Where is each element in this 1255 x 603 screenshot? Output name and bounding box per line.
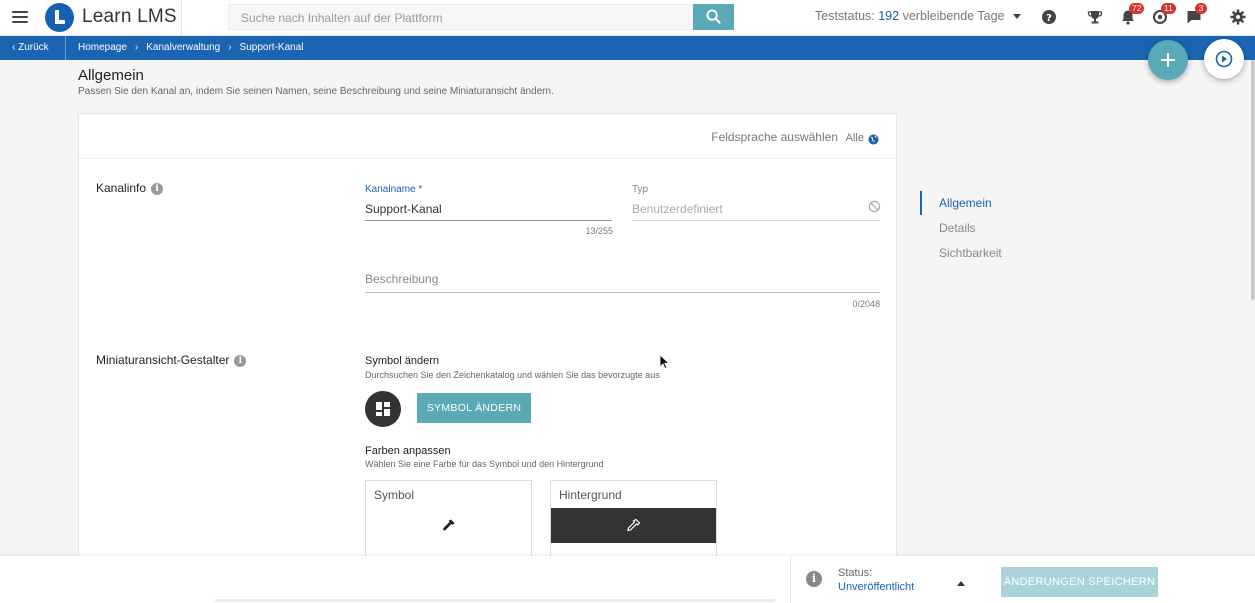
logo-icon[interactable] bbox=[45, 3, 74, 32]
save-changes-button[interactable]: ÄNDERUNGEN SPEICHERN bbox=[1001, 567, 1158, 597]
trophy-icon[interactable] bbox=[1086, 8, 1106, 28]
language-selector[interactable]: Alle bbox=[846, 132, 864, 144]
bottom-action-bar: i Status: Unveröffentlicht ÄNDERUNGEN SP… bbox=[0, 556, 1255, 603]
change-symbol-button[interactable]: SYMBOL ÄNDERN bbox=[417, 393, 531, 423]
info-icon[interactable]: i bbox=[151, 182, 164, 195]
gear-icon[interactable] bbox=[1229, 8, 1249, 28]
dashboard-icon bbox=[376, 402, 390, 416]
chevron-down-icon bbox=[1013, 14, 1021, 20]
section-nav-indicator bbox=[920, 191, 922, 215]
divider bbox=[65, 36, 66, 60]
info-icon[interactable]: i bbox=[234, 354, 247, 367]
kanalinfo-title: Kanalinfo bbox=[96, 181, 147, 195]
type-underline bbox=[632, 220, 880, 221]
help-icon[interactable]: ? bbox=[1040, 8, 1060, 28]
breadcrumb-item-kanalverwaltung[interactable]: Kanalverwaltung bbox=[146, 42, 220, 53]
symbol-preview[interactable] bbox=[365, 391, 401, 427]
chevron-right-icon: › bbox=[228, 42, 232, 53]
type-field: Benutzerdefiniert bbox=[632, 202, 723, 216]
messages-badge: 3 bbox=[1195, 3, 1207, 14]
status-value[interactable]: Unveröffentlicht bbox=[838, 581, 914, 593]
background-color-picker[interactable]: Hintergrund bbox=[550, 480, 717, 560]
chevron-right-icon: › bbox=[134, 42, 139, 53]
description-underline bbox=[365, 292, 880, 293]
blocked-icon bbox=[868, 200, 881, 213]
channel-name-label: Kanalname * bbox=[365, 184, 423, 195]
breadcrumb-item-current[interactable]: Support-Kanal bbox=[240, 42, 304, 53]
page-title: Allgemein bbox=[78, 67, 144, 84]
search-icon bbox=[706, 9, 721, 24]
horizontal-scrollbar[interactable] bbox=[215, 599, 775, 602]
channel-name-counter: 13/255 bbox=[585, 226, 613, 236]
symbol-change-title: Symbol ändern bbox=[365, 355, 439, 367]
notifications-bell-icon[interactable]: 72 bbox=[1119, 3, 1145, 28]
eyedropper-icon bbox=[443, 519, 455, 531]
breadcrumb: ‹ Zurück Homepage › Kanalverwaltung › Suppor… bbox=[0, 36, 1255, 60]
trial-days: 192 bbox=[878, 9, 900, 23]
colors-desc: Wählen Sie eine Farbe für das Symbol und… bbox=[365, 459, 604, 469]
back-button[interactable]: ‹ Zurück bbox=[12, 42, 49, 53]
play-circle-icon bbox=[1215, 50, 1233, 68]
symbol-color-label: Symbol bbox=[374, 488, 415, 502]
settings-card: Feldsprache auswählen Alle Kanalinfo i Ka… bbox=[78, 113, 897, 573]
channel-name-underline bbox=[365, 220, 612, 221]
learners-icon[interactable]: 11 bbox=[1151, 3, 1176, 28]
trial-status[interactable]: Teststatus: 192 verbleibende Tage bbox=[815, 9, 1021, 23]
search-button[interactable] bbox=[693, 4, 734, 30]
chevron-left-icon: ‹ bbox=[12, 42, 16, 53]
messages-icon[interactable]: 3 bbox=[1185, 3, 1207, 28]
channel-name-input[interactable]: Support-Kanal bbox=[365, 202, 442, 216]
page-subtitle: Passen Sie den Kanal an, indem Sie seine… bbox=[78, 86, 554, 97]
info-icon[interactable]: i bbox=[806, 571, 822, 587]
svg-text:?: ? bbox=[1046, 13, 1052, 24]
top-bar: Learn LMS Suche nach Inhalten auf der Pl… bbox=[0, 0, 1255, 36]
breadcrumb-item-homepage[interactable]: Homepage bbox=[78, 42, 127, 53]
learners-badge: 11 bbox=[1161, 3, 1176, 14]
trial-prefix: Teststatus: bbox=[815, 9, 875, 23]
description-counter: 0/2048 bbox=[852, 299, 880, 309]
card-header: Feldsprache auswählen Alle bbox=[79, 114, 896, 159]
section-nav-item-details[interactable]: Details bbox=[939, 221, 976, 235]
thumbnail-section-title: Miniaturansicht-Gestalter i bbox=[96, 353, 247, 367]
globe-icon[interactable] bbox=[868, 132, 879, 150]
menu-icon[interactable] bbox=[12, 11, 28, 24]
language-label: Feldsprache auswählen bbox=[711, 130, 838, 144]
vertical-scrollbar[interactable] bbox=[1251, 60, 1255, 300]
type-label: Typ bbox=[632, 184, 649, 195]
section-nav-item-sichtbarkeit[interactable]: Sichtbarkeit bbox=[939, 246, 1002, 260]
search-input[interactable]: Suche nach Inhalten auf der Plattform bbox=[228, 4, 694, 30]
trial-suffix: verbleibende Tage bbox=[902, 9, 1005, 23]
colors-title: Farben anpassen bbox=[365, 445, 451, 457]
eyedropper-icon bbox=[627, 518, 641, 532]
chevron-up-icon[interactable] bbox=[957, 581, 965, 586]
breadcrumb-trail: Homepage › Kanalverwaltung › Support-Kanal bbox=[78, 42, 303, 53]
play-tour-button[interactable] bbox=[1204, 39, 1244, 79]
kanalinfo-section-title: Kanalinfo i bbox=[96, 181, 164, 195]
add-button[interactable] bbox=[1148, 40, 1188, 80]
divider bbox=[181, 0, 182, 36]
symbol-change-desc: Durchsuchen Sie den Zeichenkatalog und w… bbox=[365, 370, 660, 380]
symbol-color-picker[interactable]: Symbol bbox=[365, 480, 532, 560]
section-nav-item-allgemein[interactable]: Allgemein bbox=[939, 196, 992, 210]
status-label: Status: bbox=[838, 567, 873, 579]
back-label: Zurück bbox=[18, 42, 49, 53]
notifications-badge: 72 bbox=[1129, 3, 1145, 14]
thumbnail-title: Miniaturansicht-Gestalter bbox=[96, 353, 230, 367]
app-name[interactable]: Learn LMS bbox=[82, 6, 177, 28]
divider bbox=[790, 556, 791, 603]
description-input[interactable]: Beschreibung bbox=[365, 272, 438, 286]
background-color-label: Hintergrund bbox=[559, 488, 622, 502]
mouse-cursor-icon bbox=[659, 354, 671, 370]
